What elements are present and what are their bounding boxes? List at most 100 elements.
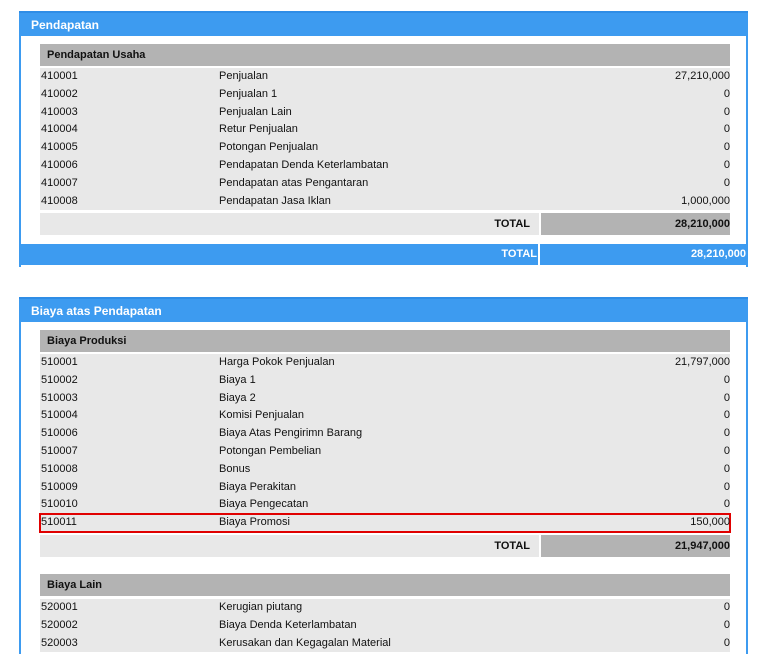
group-header-biaya-produksi: Biaya Produksi xyxy=(40,330,730,352)
account-amount: 0 xyxy=(723,498,730,511)
table-row[interactable]: 510006 Biaya Atas Pengirimn Barang 0 xyxy=(40,425,730,443)
account-name: Biaya Promosi xyxy=(219,516,290,529)
account-name: Kerusakan dan Kegagalan Material xyxy=(219,636,391,649)
account-amount: 1,000,000 xyxy=(681,194,730,207)
account-amount: 0 xyxy=(723,373,730,386)
table-row-highlighted[interactable]: 510011 Biaya Promosi 150,000 xyxy=(39,513,731,533)
subtotal-value: 28,210,000 xyxy=(541,213,730,235)
rows-pendapatan-usaha: 410001 Penjualan 27,210,000 410002 Penjuala… xyxy=(40,68,730,211)
account-amount: 0 xyxy=(723,618,730,631)
account-code: 510008 xyxy=(41,462,78,475)
account-code: 510001 xyxy=(41,356,78,368)
account-code: 510010 xyxy=(41,498,78,511)
account-code: 410003 xyxy=(41,105,78,118)
account-name: Retur Penjualan xyxy=(219,123,298,136)
account-name: Penjualan Lain xyxy=(219,105,292,118)
account-name: Bonus xyxy=(219,462,251,475)
table-row[interactable]: 510009 Biaya Perakitan 0 xyxy=(40,478,730,497)
account-amount: 0 xyxy=(723,141,730,154)
table-row[interactable]: 410006 Pendapatan Denda Keterlambatan 0 xyxy=(40,156,730,175)
account-name: Penjualan 1 xyxy=(219,87,278,100)
account-code: 510011 xyxy=(41,516,77,529)
account-name: Biaya 2 xyxy=(219,391,256,404)
table-row[interactable]: 510007 Potongan Pembelian 0 xyxy=(40,442,730,461)
account-amount: 21,797,000 xyxy=(674,356,730,368)
account-code: 520001 xyxy=(41,601,78,613)
account-code: 510002 xyxy=(41,373,78,386)
table-row[interactable]: 520002 Biaya Denda Keterlambatan 0 xyxy=(40,616,730,635)
account-code: 410006 xyxy=(41,158,78,171)
account-amount: 0 xyxy=(723,105,730,118)
account-code: 510003 xyxy=(41,391,78,404)
account-name: Biaya Pengecatan xyxy=(219,498,309,511)
subtotal-biaya-produksi: TOTAL 21,947,000 xyxy=(40,535,730,557)
account-name: Pendapatan Jasa Iklan xyxy=(219,194,331,207)
account-name: Pendapatan atas Pengantaran xyxy=(219,176,369,189)
account-amount: 27,210,000 xyxy=(674,70,730,82)
account-name: Komisi Penjualan xyxy=(219,409,304,422)
account-code: 510007 xyxy=(41,444,78,457)
account-code: 410008 xyxy=(41,194,78,207)
group-header-pendapatan-usaha: Pendapatan Usaha xyxy=(40,44,730,66)
account-code: 510006 xyxy=(41,427,78,440)
table-row[interactable]: 410007 Pendapatan atas Pengantaran 0 xyxy=(40,174,730,193)
account-code: 520002 xyxy=(41,618,78,631)
grand-total-pendapatan: TOTAL 28,210,000 xyxy=(19,244,748,265)
pendapatan-panel: Pendapatan Pendapatan Usaha 410001 Penjua… xyxy=(19,11,748,267)
account-amount: 0 xyxy=(723,158,730,171)
grand-total-label: TOTAL xyxy=(501,248,537,260)
subtotal-pendapatan-usaha: TOTAL 28,210,000 xyxy=(40,213,730,235)
group-header-biaya-lain: Biaya Lain xyxy=(40,574,730,596)
table-row[interactable]: 510010 Biaya Pengecatan 0 xyxy=(40,496,730,515)
account-name: Pendapatan Denda Keterlambatan xyxy=(219,158,389,171)
grand-total-divider xyxy=(538,244,540,265)
biaya-panel: Biaya atas Pendapatan Biaya Produksi 510… xyxy=(19,297,748,654)
subtotal-label: TOTAL xyxy=(40,535,539,557)
account-amount: 0 xyxy=(723,601,730,613)
rows-biaya-produksi: 510001 Harga Pokok Penjualan 21,797,000 51… xyxy=(39,354,731,533)
account-code: 510009 xyxy=(41,480,78,493)
table-row[interactable]: 510003 Biaya 2 0 xyxy=(40,389,730,408)
table-row[interactable]: 410001 Penjualan 27,210,000 xyxy=(40,68,730,86)
table-row[interactable]: 520001 Kerugian piutang 0 xyxy=(40,599,730,617)
table-row[interactable]: 410005 Potongan Penjualan 0 xyxy=(40,139,730,157)
account-code: 510004 xyxy=(41,409,78,422)
panel-title-biaya: Biaya atas Pendapatan xyxy=(19,297,748,322)
account-code: 410004 xyxy=(41,123,78,136)
account-code: 410007 xyxy=(41,176,78,189)
account-code: 410005 xyxy=(41,141,78,154)
table-row[interactable]: 510008 Bonus 0 xyxy=(40,460,730,479)
account-name: Biaya 1 xyxy=(219,373,256,386)
account-name: Biaya Perakitan xyxy=(219,480,297,493)
account-amount: 0 xyxy=(723,87,730,100)
account-name: Potongan Penjualan xyxy=(219,141,319,154)
table-row[interactable]: 520003 Kerusakan dan Kegagalan Material 0 xyxy=(40,634,730,653)
subtotal-label: TOTAL xyxy=(40,213,539,235)
account-code: 410001 xyxy=(41,70,78,82)
table-row[interactable]: 510001 Harga Pokok Penjualan 21,797,000 xyxy=(40,354,730,372)
account-amount: 0 xyxy=(723,409,730,422)
rows-biaya-lain: 520001 Kerugian piutang 0 520002 Biaya Dend… xyxy=(40,599,730,653)
account-amount: 0 xyxy=(723,176,730,189)
table-row[interactable]: 510002 Biaya 1 0 xyxy=(40,371,730,390)
account-amount: 0 xyxy=(723,427,730,440)
account-name: Harga Pokok Penjualan xyxy=(219,356,335,368)
table-row[interactable]: 410002 Penjualan 1 0 xyxy=(40,85,730,104)
account-amount: 0 xyxy=(723,462,730,475)
account-name: Biaya Denda Keterlambatan xyxy=(219,618,357,631)
grand-total-value: 28,210,000 xyxy=(690,248,746,260)
subtotal-value: 21,947,000 xyxy=(541,535,730,557)
table-row[interactable]: 410004 Retur Penjualan 0 xyxy=(40,121,730,140)
account-amount: 150,000 xyxy=(690,516,730,529)
table-row[interactable]: 410008 Pendapatan Jasa Iklan 1,000,000 xyxy=(40,192,730,211)
table-row[interactable]: 410003 Penjualan Lain 0 xyxy=(40,103,730,122)
account-amount: 0 xyxy=(723,123,730,136)
panel-title-pendapatan: Pendapatan xyxy=(19,11,748,36)
account-amount: 0 xyxy=(723,480,730,493)
table-row[interactable]: 510004 Komisi Penjualan 0 xyxy=(40,407,730,426)
account-code: 520003 xyxy=(41,636,78,649)
account-amount: 0 xyxy=(723,636,730,649)
account-name: Kerugian piutang xyxy=(219,601,303,613)
account-amount: 0 xyxy=(723,444,730,457)
account-amount: 0 xyxy=(723,391,730,404)
